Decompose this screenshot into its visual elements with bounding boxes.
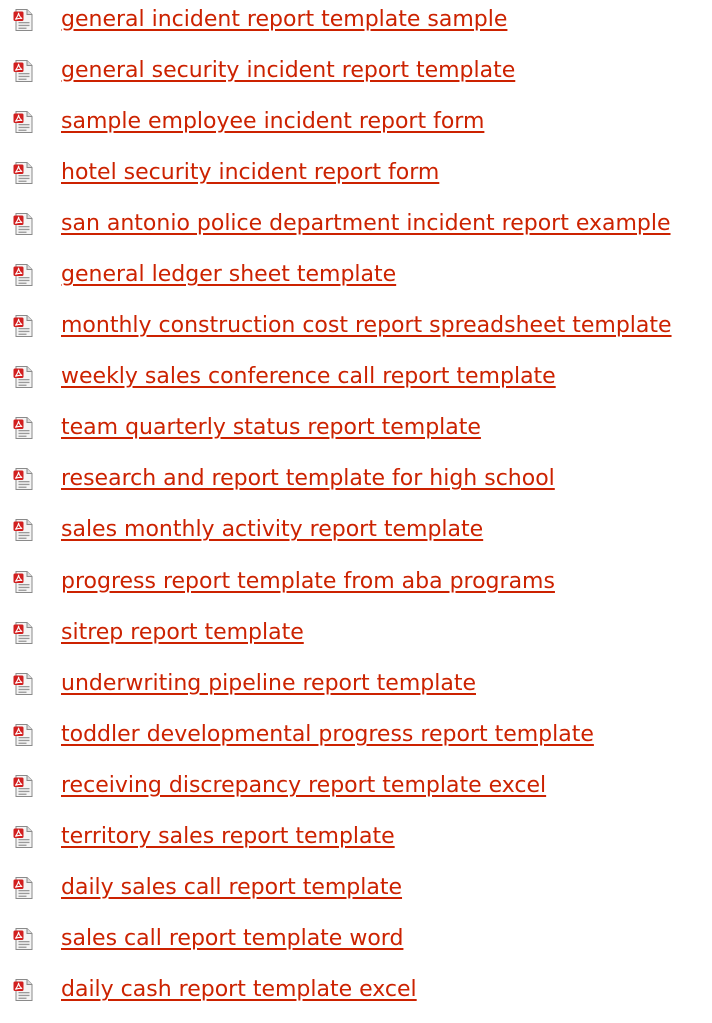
document-link[interactable]: sample employee incident report form — [61, 108, 484, 136]
list-item: sales call report template word — [0, 914, 712, 965]
document-link[interactable]: weekly sales conference call report temp… — [61, 363, 556, 391]
document-link[interactable]: hotel security incident report form — [61, 159, 439, 187]
pdf-file-icon — [12, 774, 36, 798]
pdf-file-icon — [12, 212, 36, 236]
list-item: hotel security incident report form — [0, 147, 712, 198]
document-link[interactable]: toddler developmental progress report te… — [61, 721, 594, 749]
list-item: research and report template for high sc… — [0, 454, 712, 505]
list-item: general security incident report templat… — [0, 45, 712, 96]
document-link[interactable]: general incident report template sample — [61, 6, 507, 34]
pdf-file-icon — [12, 825, 36, 849]
pdf-file-icon — [12, 59, 36, 83]
document-link[interactable]: san antonio police department incident r… — [61, 210, 671, 238]
document-link[interactable]: general ledger sheet template — [61, 261, 396, 289]
document-link[interactable]: progress report template from aba progra… — [61, 568, 555, 596]
list-item: san antonio police department incident r… — [0, 198, 712, 249]
pdf-file-icon — [12, 365, 36, 389]
list-item: receiving discrepancy report template ex… — [0, 760, 712, 811]
pdf-file-icon — [12, 467, 36, 491]
document-link[interactable]: underwriting pipeline report template — [61, 670, 476, 698]
list-item: sitrep report template — [0, 607, 712, 658]
document-link[interactable]: daily sales call report template — [61, 874, 402, 902]
list-item: progress report template from aba progra… — [0, 556, 712, 607]
document-link[interactable]: territory sales report template — [61, 823, 395, 851]
list-item: underwriting pipeline report template — [0, 658, 712, 709]
list-item: daily sales call report template — [0, 863, 712, 914]
pdf-file-icon — [12, 518, 36, 542]
pdf-file-icon — [12, 876, 36, 900]
document-link[interactable]: sales monthly activity report template — [61, 516, 483, 544]
document-link[interactable]: research and report template for high sc… — [61, 465, 555, 493]
list-item: territory sales report template — [0, 812, 712, 863]
document-link[interactable]: monthly construction cost report spreads… — [61, 312, 672, 340]
pdf-file-icon — [12, 927, 36, 951]
pdf-file-icon — [12, 672, 36, 696]
related-documents-list: general incident report template sample … — [0, 0, 712, 1016]
list-item: sales monthly activity report template — [0, 505, 712, 556]
pdf-file-icon — [12, 978, 36, 1002]
document-link[interactable]: general security incident report templat… — [61, 57, 515, 85]
document-link[interactable]: sales call report template word — [61, 925, 403, 953]
document-link[interactable]: sitrep report template — [61, 619, 304, 647]
pdf-file-icon — [12, 161, 36, 185]
pdf-file-icon — [12, 570, 36, 594]
pdf-file-icon — [12, 621, 36, 645]
document-link[interactable]: daily cash report template excel — [61, 976, 417, 1004]
document-link[interactable]: receiving discrepancy report template ex… — [61, 772, 546, 800]
list-item: general ledger sheet template — [0, 249, 712, 300]
pdf-file-icon — [12, 110, 36, 134]
list-item: monthly construction cost report spreads… — [0, 301, 712, 352]
list-item: general incident report template sample — [0, 0, 712, 45]
pdf-file-icon — [12, 723, 36, 747]
list-item: weekly sales conference call report temp… — [0, 352, 712, 403]
pdf-file-icon — [12, 263, 36, 287]
document-link[interactable]: team quarterly status report template — [61, 414, 481, 442]
list-item: team quarterly status report template — [0, 403, 712, 454]
list-item: toddler developmental progress report te… — [0, 709, 712, 760]
list-item: sample employee incident report form — [0, 96, 712, 147]
pdf-file-icon — [12, 8, 36, 32]
list-item: daily cash report template excel — [0, 965, 712, 1016]
pdf-file-icon — [12, 314, 36, 338]
pdf-file-icon — [12, 416, 36, 440]
